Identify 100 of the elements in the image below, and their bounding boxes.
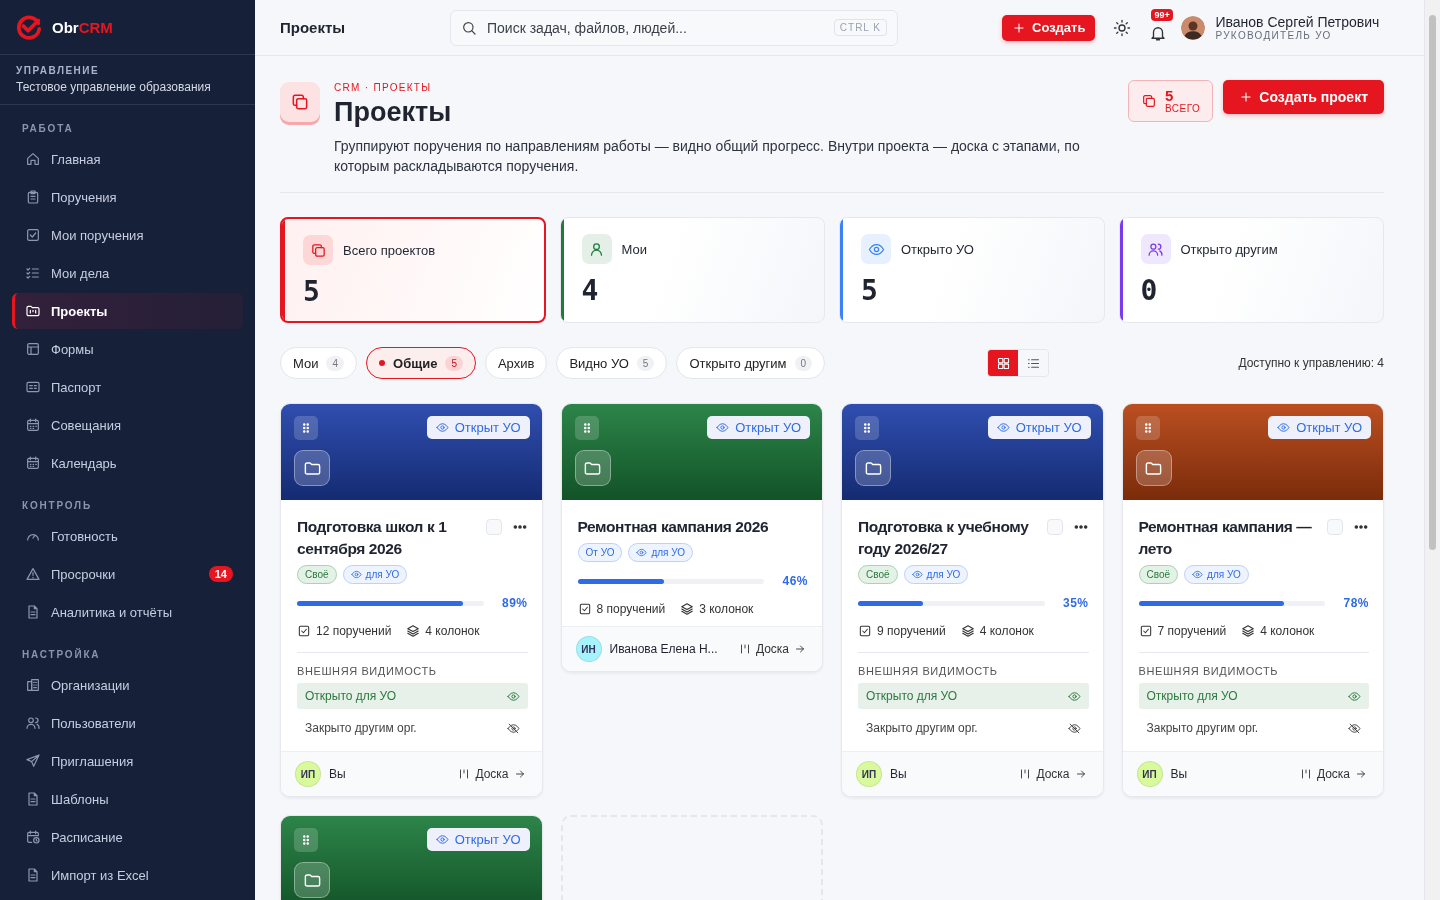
sidebar-item[interactable]: Главная: [12, 141, 243, 177]
sidebar-item[interactable]: Аналитика и отчёты: [12, 594, 243, 630]
sidebar-item[interactable]: Календарь: [12, 445, 243, 481]
board-link[interactable]: Доска: [458, 767, 526, 781]
stat-card[interactable]: Открыто другим 0: [1118, 217, 1384, 323]
filter-chip[interactable]: Открыто другим 0: [676, 347, 826, 379]
document-icon: [25, 791, 41, 807]
column-count: 4 колонок: [979, 624, 1034, 638]
total-label: ВСЕГО: [1164, 103, 1201, 114]
sidebar-item[interactable]: Мои дела: [12, 255, 243, 291]
eye-icon: [1067, 689, 1081, 703]
status-badge: Открыт УО: [426, 828, 530, 851]
column-count: 4 колонок: [425, 624, 480, 638]
checkbox[interactable]: [485, 519, 502, 535]
search-input[interactable]: Поиск задач, файлов, людей...: [485, 18, 826, 37]
count-badge: 14: [208, 566, 233, 582]
eye-icon: [506, 689, 520, 703]
visibility-row[interactable]: Закрыто другим орг.: [297, 715, 528, 741]
view-toggle-button[interactable]: [988, 350, 1019, 376]
sidebar-item[interactable]: Проекты: [12, 293, 243, 329]
avatar: ИП: [295, 761, 321, 787]
create-button[interactable]: Создать: [1002, 14, 1096, 41]
task-count: 12 поручений: [316, 624, 392, 638]
eye-icon: [716, 421, 730, 434]
calendar-icon: [25, 417, 41, 433]
checkbox-icon: [25, 227, 41, 243]
document-icon: [25, 604, 41, 620]
filter-chip[interactable]: Мои 4: [280, 347, 358, 379]
sidebar-item[interactable]: Готовность: [12, 518, 243, 554]
org-name: Тестовое управление образования: [16, 80, 212, 94]
visibility-row[interactable]: Открыто для УО: [858, 683, 1089, 709]
scrollbar[interactable]: [1425, 0, 1440, 900]
drag-handle[interactable]: [855, 416, 879, 440]
columns-icon: [738, 643, 751, 655]
stat-card[interactable]: Всего проектов 5: [280, 217, 546, 323]
layers-icon: [960, 624, 975, 638]
filter-chip[interactable]: Видно УО 5: [556, 347, 668, 379]
progress-percent: 35%: [1062, 596, 1089, 610]
avatar: ИП: [856, 761, 882, 787]
create-project-button[interactable]: Создать проект: [1223, 80, 1384, 114]
sidebar-item[interactable]: Просрочки 14: [12, 556, 243, 592]
document-icon: [25, 867, 41, 883]
drag-handle[interactable]: [1135, 416, 1160, 440]
sidebar-item[interactable]: Организации: [12, 667, 243, 703]
user-icon: [588, 240, 605, 258]
drag-handle[interactable]: [294, 416, 318, 440]
project-title[interactable]: Ремонтная кампания — лето: [1138, 516, 1317, 560]
visibility-row[interactable]: Открыто для УО: [297, 683, 528, 709]
status-badge: Открыт УО: [1268, 416, 1371, 439]
checkbox-icon: [858, 624, 872, 638]
board-link[interactable]: Доска: [1019, 767, 1087, 781]
avatar[interactable]: [1181, 15, 1206, 40]
project-title[interactable]: Подготовка к учебному году 2026/27: [858, 516, 1037, 560]
stat-card[interactable]: Мои 4: [559, 217, 825, 323]
stat-value: 5: [303, 275, 321, 308]
page-title: Проекты: [280, 19, 347, 36]
status-badge: Открыт УО: [426, 416, 530, 439]
checkbox[interactable]: [1327, 519, 1343, 535]
board-link[interactable]: Доска: [738, 642, 806, 656]
stat-value: 0: [1140, 274, 1159, 307]
drag-handle[interactable]: [294, 828, 318, 852]
users-icon: [25, 715, 41, 731]
filter-chip[interactable]: Архив: [484, 347, 548, 379]
checkbox-icon: [577, 602, 592, 616]
owner-name: Вы: [1170, 767, 1189, 781]
arrow-icon: [513, 768, 526, 780]
project-title[interactable]: Подготовка школ к 1 сентября 2026: [297, 516, 476, 560]
stat-card[interactable]: Открыто УО 5: [839, 217, 1105, 323]
visibility-row[interactable]: Закрыто другим орг.: [1138, 715, 1369, 741]
drag-handle[interactable]: [574, 416, 599, 440]
filter-chip[interactable]: Общие 5: [366, 347, 476, 379]
sidebar-item[interactable]: Приглашения: [12, 743, 243, 779]
warning-icon: [25, 566, 41, 582]
arrow-icon: [794, 643, 806, 655]
sidebar-item[interactable]: Шаблоны: [12, 781, 243, 817]
sun-icon: [1113, 18, 1132, 37]
eye-off-icon: [506, 721, 520, 735]
eye-icon: [1348, 689, 1361, 703]
stat-label: Открыто УО: [901, 241, 974, 257]
sidebar-item[interactable]: Импорт из Excel: [12, 857, 243, 893]
tag: Своё: [1138, 565, 1179, 584]
visibility-row[interactable]: Открыто для УО: [1138, 683, 1369, 709]
progress-percent: 78%: [1343, 596, 1369, 610]
board-link[interactable]: Доска: [1299, 767, 1367, 781]
nav-section-title: НАСТРОЙКА: [21, 647, 102, 662]
clipboard-icon: [25, 189, 41, 205]
visibility-row[interactable]: Закрыто другим орг.: [858, 715, 1089, 741]
project-title[interactable]: Ремонтная кампания 2026: [577, 516, 808, 538]
sidebar-item[interactable]: Паспорт: [12, 369, 243, 405]
eye-icon: [435, 421, 449, 434]
sidebar-item[interactable]: Расписание: [12, 819, 243, 855]
sidebar-item[interactable]: Поручения: [12, 179, 243, 215]
nav-section-title: РАБОТА: [21, 122, 75, 136]
status-badge: Открыт УО: [707, 416, 810, 439]
sidebar-item[interactable]: Формы: [12, 331, 243, 367]
sidebar-item[interactable]: Пользователи: [12, 705, 243, 741]
sidebar-item[interactable]: Совещания: [12, 407, 243, 443]
checkbox[interactable]: [1046, 519, 1063, 535]
progress-percent: 46%: [782, 574, 808, 588]
sidebar-item[interactable]: Мои поручения: [12, 217, 243, 253]
